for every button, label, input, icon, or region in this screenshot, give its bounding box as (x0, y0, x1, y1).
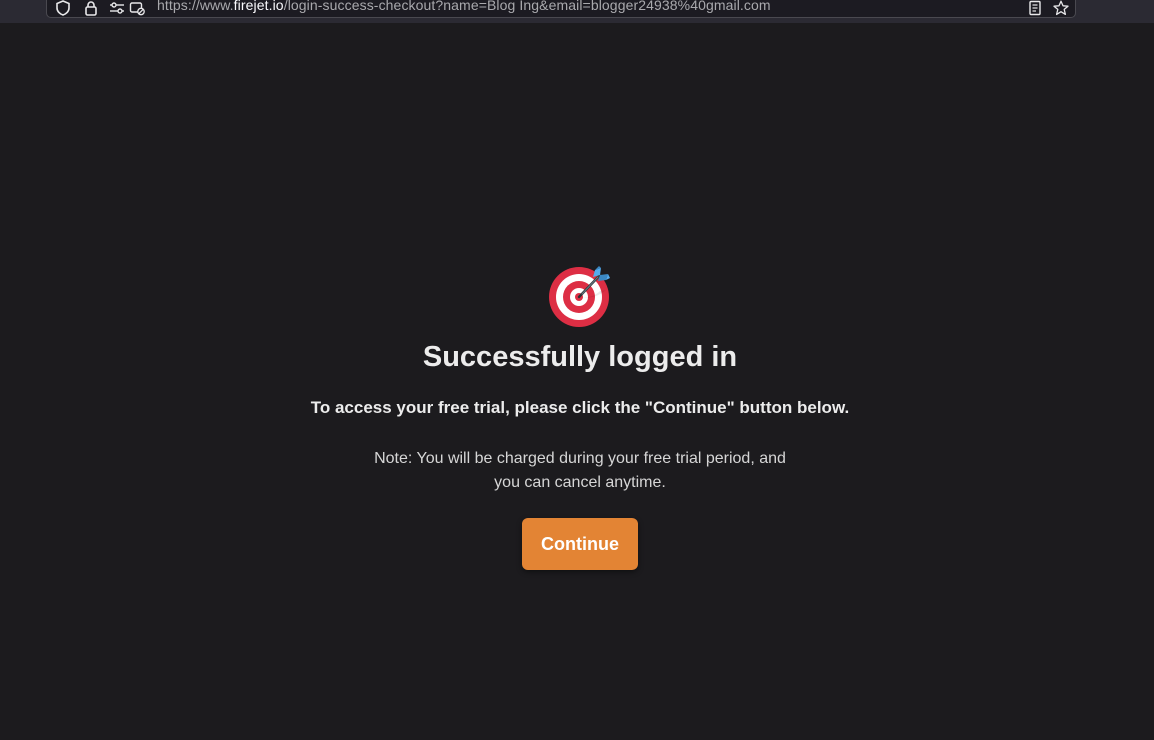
page-title: Successfully logged in (422, 341, 738, 373)
continue-button[interactable]: Continue (522, 518, 638, 570)
url-domain: firejet.io (233, 0, 284, 13)
browser-toolbar: https://www.firejet.io/login-success-che… (0, 0, 1154, 23)
address-bar[interactable]: https://www.firejet.io/login-success-che… (46, 0, 1076, 18)
billing-note-line-2: you can cancel anytime. (494, 474, 666, 491)
direct-hit-target-icon (548, 264, 612, 328)
instructions-text: To access your free trial, please click … (310, 398, 850, 417)
url-text[interactable]: https://www.firejet.io/login-success-che… (157, 0, 771, 13)
url-path: /login-success-checkout?name=Blog Ing&em… (283, 0, 771, 13)
page-content: Successfully logged in To access your fr… (0, 23, 1154, 740)
billing-note-line-1: Note: You will be charged during your fr… (374, 450, 786, 467)
bookmark-star-icon[interactable] (1053, 0, 1069, 16)
tracking-blocked-icon[interactable] (129, 0, 145, 16)
permissions-icon[interactable] (109, 0, 125, 16)
billing-note: Note: You will be charged during your fr… (350, 447, 810, 495)
lock-icon[interactable] (83, 0, 99, 16)
reader-view-icon[interactable] (1027, 0, 1043, 16)
shield-icon[interactable] (55, 0, 71, 16)
url-prefix: https://www. (157, 0, 234, 13)
